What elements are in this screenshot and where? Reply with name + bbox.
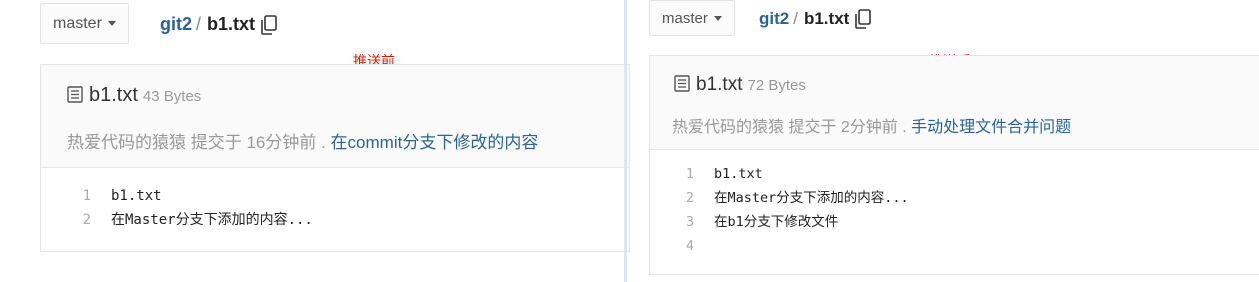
file-name: b1.txt xyxy=(89,84,138,106)
commit-author-time: 热爱代码的猿猿 提交于 2分钟前 . xyxy=(672,119,907,136)
file-viewer: b1.txt 72 Bytes 热爱代码的猿猿 提交于 2分钟前 . 手动处理文… xyxy=(649,55,1259,275)
commit-message-link[interactable]: 在commit分支下修改的内容 xyxy=(331,133,539,152)
line-content: 在b1分支下修改文件 xyxy=(714,214,839,230)
line-number[interactable]: 4 xyxy=(658,234,714,258)
file-name: b1.txt xyxy=(696,74,743,95)
code-line: 3 在b1分支下修改文件 xyxy=(658,210,909,234)
breadcrumb-separator: / xyxy=(196,14,202,34)
after-push-panel: master git2 / b1.txt 推送后 b1.txt 72 Bytes… xyxy=(626,0,1259,282)
line-number[interactable]: 1 xyxy=(658,162,714,186)
line-content: b1.txt xyxy=(714,166,763,182)
file-header: b1.txt 43 Bytes 热爱代码的猿猿 提交于 16分钟前 . 在com… xyxy=(41,65,629,168)
line-number[interactable]: 3 xyxy=(658,210,714,234)
file-size: 43 Bytes xyxy=(142,88,202,105)
commit-message-link[interactable]: 手动处理文件合并问题 xyxy=(911,119,1071,136)
file-title: b1.txt 43 Bytes xyxy=(67,84,201,107)
file-crumb: b1.txt xyxy=(207,14,256,34)
before-push-panel: master git2 / b1.txt 推送前 b1.txt 43 Bytes… xyxy=(0,0,630,282)
line-content: 在Master分支下添加的内容... xyxy=(111,212,313,228)
line-content: 在Master分支下添加的内容... xyxy=(714,190,909,206)
caret-down-icon xyxy=(713,15,722,21)
code-block: 1 b1.txt 2 在Master分支下添加的内容... xyxy=(55,184,313,232)
branch-selector[interactable]: master xyxy=(40,3,129,44)
code-line: 2 在Master分支下添加的内容... xyxy=(658,186,909,210)
code-line: 4 xyxy=(658,234,909,258)
commit-info: 热爱代码的猿猿 提交于 2分钟前 . 手动处理文件合并问题 xyxy=(672,113,1071,137)
code-line: 2 在Master分支下添加的内容... xyxy=(55,208,313,232)
copy-icon[interactable] xyxy=(261,14,277,35)
commit-info: 热爱代码的猿猿 提交于 16分钟前 . 在commit分支下修改的内容 xyxy=(67,128,538,153)
file-text-icon xyxy=(674,75,690,97)
branch-selector[interactable]: master xyxy=(649,0,735,36)
code-line: 1 b1.txt xyxy=(55,184,313,208)
line-number[interactable]: 2 xyxy=(55,208,111,232)
file-header: b1.txt 72 Bytes 热爱代码的猿猿 提交于 2分钟前 . 手动处理文… xyxy=(650,56,1259,150)
file-size: 72 Bytes xyxy=(747,77,806,94)
file-viewer: b1.txt 43 Bytes 热爱代码的猿猿 提交于 16分钟前 . 在com… xyxy=(40,64,630,252)
breadcrumb: git2 / b1.txt xyxy=(759,9,872,29)
code-line: 1 b1.txt xyxy=(658,162,909,186)
repo-link[interactable]: git2 xyxy=(160,14,192,35)
breadcrumb-separator: / xyxy=(793,9,798,28)
file-crumb: b1.txt xyxy=(803,9,850,28)
repo-link[interactable]: git2 xyxy=(759,9,789,29)
file-title: b1.txt 72 Bytes xyxy=(674,73,806,96)
file-text-icon xyxy=(67,86,83,108)
commit-author-time: 热爱代码的猿猿 提交于 16分钟前 . xyxy=(67,133,326,152)
branch-label: master xyxy=(662,9,708,27)
caret-down-icon xyxy=(107,21,116,26)
line-number[interactable]: 2 xyxy=(658,186,714,210)
breadcrumb: git2 / b1.txt xyxy=(160,14,277,35)
copy-icon[interactable] xyxy=(855,9,872,29)
line-number[interactable]: 1 xyxy=(55,184,111,208)
branch-label: master xyxy=(53,14,102,32)
code-block: 1 b1.txt 2 在Master分支下添加的内容... 3 在b1分支下修改… xyxy=(658,162,909,258)
line-content: b1.txt xyxy=(111,188,162,204)
